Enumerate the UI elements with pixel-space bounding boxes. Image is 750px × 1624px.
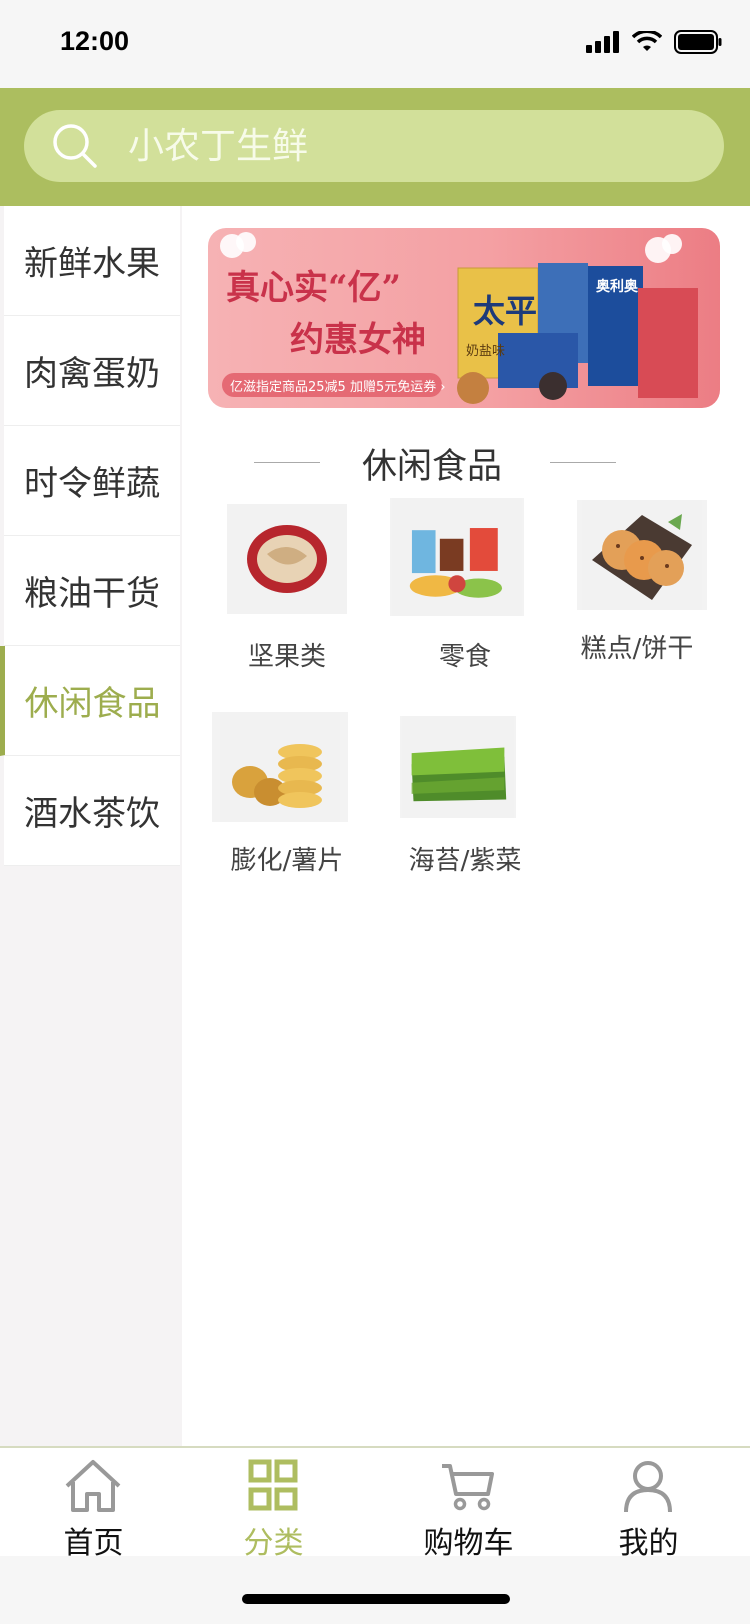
- category-label: 糕点/饼干: [580, 634, 694, 664]
- tab-cart[interactable]: 购物车: [375, 1448, 562, 1561]
- home-icon: [65, 1460, 121, 1512]
- home-indicator[interactable]: [242, 1594, 510, 1604]
- sidebar-item-fruit[interactable]: 新鲜水果: [4, 206, 180, 316]
- search-icon: [53, 124, 97, 168]
- category-item-chips[interactable]: 膨化/薯片: [202, 712, 372, 902]
- section-heading: 休闲食品: [182, 432, 750, 492]
- wifi-icon: [632, 31, 662, 51]
- promo-banner[interactable]: 真心实“亿” 约惠女神 亿滋指定商品25减5 加赠5元免运券 › 太平 奥利奥 …: [208, 228, 720, 408]
- banner-headline-2: 约惠女神: [290, 320, 426, 360]
- sidebar-item-label: 休闲食品: [24, 684, 161, 724]
- category-item-snacks[interactable]: 零食: [380, 498, 550, 688]
- banner-headline-1: 真心实“亿”: [226, 268, 402, 308]
- category-sidebar: 新鲜水果 肉禽蛋奶 时令鲜蔬 粮油干货 休闲食品 酒水茶饮: [0, 206, 182, 1446]
- category-item-nuts[interactable]: 坚果类: [202, 504, 372, 694]
- sidebar-item-label: 酒水茶饮: [24, 794, 160, 834]
- home-indicator-area: [0, 1556, 750, 1624]
- banner-brand-2: 奥利奥: [596, 279, 638, 295]
- sidebar-item-label: 粮油干货: [24, 574, 160, 614]
- search-input[interactable]: [128, 110, 688, 182]
- sidebar-item-meat[interactable]: 肉禽蛋奶: [4, 316, 180, 426]
- category-label: 坚果类: [247, 642, 326, 672]
- snacks-image: [390, 498, 524, 616]
- category-label: 膨化/薯片: [230, 846, 344, 876]
- sidebar-item-label: 肉禽蛋奶: [24, 354, 160, 394]
- battery-icon: [674, 30, 722, 54]
- signal-icon: [586, 31, 619, 53]
- header: [0, 88, 750, 206]
- sidebar-item-label: 时令鲜蔬: [24, 464, 160, 504]
- banner-subline: 亿滋指定商品25减5 加赠5元免运券 ›: [230, 380, 446, 395]
- cart-icon: [442, 1464, 494, 1511]
- user-icon: [624, 1461, 672, 1513]
- nut-image: [227, 504, 347, 614]
- category-label: 海苔/紫菜: [408, 846, 522, 876]
- section-title: 休闲食品: [361, 447, 502, 487]
- sidebar-item-vegetable[interactable]: 时令鲜蔬: [4, 426, 180, 536]
- grid-icon: [248, 1459, 298, 1511]
- tab-category[interactable]: 分类: [180, 1448, 367, 1561]
- category-content: 真心实“亿” 约惠女神 亿滋指定商品25减5 加赠5元免运券 › 太平 奥利奥 …: [182, 206, 750, 1446]
- divider-right: [550, 462, 616, 463]
- sidebar-item-drinks[interactable]: 酒水茶饮: [4, 756, 180, 866]
- chips-image: [212, 712, 348, 822]
- cookie-image: [577, 500, 707, 610]
- tab-home[interactable]: 首页: [0, 1448, 187, 1561]
- sidebar-item-grain[interactable]: 粮油干货: [4, 536, 180, 646]
- sidebar-item-snacks[interactable]: 休闲食品: [0, 646, 180, 756]
- tab-profile[interactable]: 我的: [555, 1448, 742, 1561]
- banner-brand-1: 太平: [473, 292, 538, 330]
- bottom-tabbar: 首页 分类 购物车 我的: [0, 1446, 750, 1561]
- category-item-seaweed[interactable]: 海苔/紫菜: [380, 716, 550, 906]
- status-bar: 12:00: [0, 0, 750, 88]
- status-time: 12:00: [60, 26, 130, 56]
- banner-brand-3: 奶盐味: [466, 344, 506, 359]
- sidebar-item-label: 新鲜水果: [24, 244, 160, 284]
- seaweed-image: [400, 716, 516, 818]
- category-label: 零食: [438, 642, 491, 672]
- category-item-cookies[interactable]: 糕点/饼干: [552, 500, 722, 690]
- status-icons: [586, 30, 722, 54]
- search-box[interactable]: [24, 110, 724, 182]
